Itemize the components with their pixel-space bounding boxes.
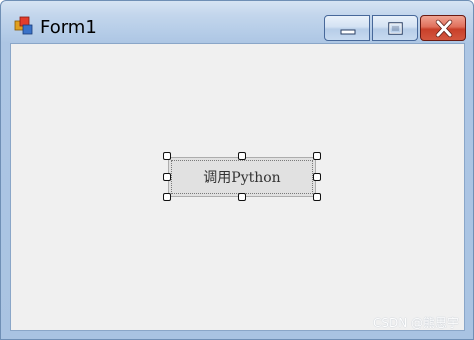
resize-handle-top-left[interactable]: [163, 152, 171, 160]
form-client-area[interactable]: 调用Python: [10, 43, 465, 331]
resize-handle-top[interactable]: [238, 152, 246, 160]
resize-handle-bottom-right[interactable]: [313, 193, 321, 201]
call-python-button-label: 调用Python: [203, 170, 281, 186]
minimize-button[interactable]: [324, 15, 370, 41]
maximize-icon: [388, 22, 403, 35]
resize-handle-right[interactable]: [313, 173, 321, 181]
resize-handle-bottom[interactable]: [238, 193, 246, 201]
watermark: CSDN @熊思宇: [372, 316, 459, 330]
resize-handle-left[interactable]: [163, 173, 171, 181]
app-icon: [14, 16, 34, 36]
resize-handle-top-right[interactable]: [313, 152, 321, 160]
minimize-icon: [340, 29, 356, 35]
close-button[interactable]: [420, 15, 466, 41]
close-icon: [435, 19, 453, 38]
resize-handle-bottom-left[interactable]: [163, 193, 171, 201]
window-title: Form1: [40, 17, 97, 38]
call-python-button[interactable]: 调用Python: [168, 157, 316, 197]
maximize-button[interactable]: [372, 15, 418, 41]
form1-window: Form1 调用Python CSDN @熊思宇: [0, 0, 474, 340]
title-bar[interactable]: Form1: [1, 1, 473, 43]
